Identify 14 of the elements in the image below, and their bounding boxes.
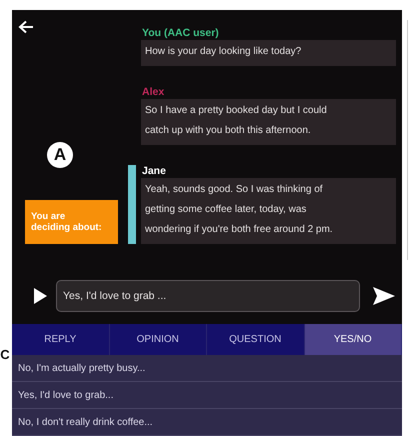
send-icon[interactable] (372, 285, 396, 307)
message-bubble: So I have a pretty booked day but I could catch up with you both this afternoon. (141, 99, 396, 145)
deciding-label: You are deciding about: (25, 200, 118, 244)
category-tab[interactable]: YES/NO (304, 324, 402, 355)
message-input[interactable]: Yes, I'd love to grab ... (56, 280, 360, 312)
category-tab[interactable]: OPINION (110, 324, 207, 355)
sender-name: Jane (141, 165, 167, 178)
category-tab[interactable]: REPLY (12, 324, 110, 355)
sender-name: Alex (141, 86, 166, 99)
back-arrow-icon[interactable] (18, 20, 34, 34)
message-bubble: Yeah, sounds good. So I was thinking of getting some coffee later, today, was wondering if you're both free around 2 pm. (141, 178, 396, 244)
sender-name: You (AAC user) (141, 27, 220, 40)
message-bubble: How is your day looking like today? (141, 40, 396, 66)
category-tab[interactable]: QUESTION (207, 324, 304, 355)
